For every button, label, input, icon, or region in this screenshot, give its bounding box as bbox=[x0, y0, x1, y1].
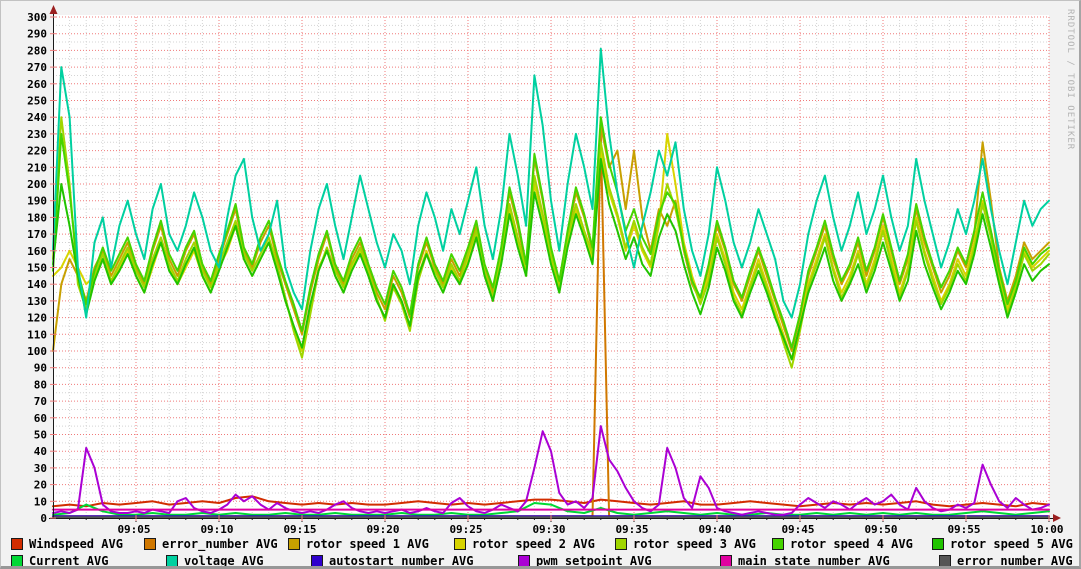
y-axis-label: 280 bbox=[27, 44, 47, 57]
y-axis-label: 90 bbox=[34, 362, 47, 375]
y-axis-label: 190 bbox=[27, 195, 47, 208]
y-axis-label: 140 bbox=[27, 278, 47, 291]
x-axis-arrow bbox=[1053, 514, 1061, 522]
x-axis-label: 09:15 bbox=[283, 523, 316, 536]
y-axis-label: 60 bbox=[34, 412, 47, 425]
y-axis-label: 110 bbox=[27, 328, 47, 341]
y-axis-label: 220 bbox=[27, 145, 47, 158]
y-axis-label: 180 bbox=[27, 211, 47, 224]
watermark: RRDTOOL / TOBI OETIKER bbox=[1065, 9, 1075, 151]
y-axis-label: 40 bbox=[34, 445, 47, 458]
y-axis-label: 70 bbox=[34, 395, 47, 408]
y-axis-label: 30 bbox=[34, 462, 47, 475]
x-axis-label: 09:30 bbox=[532, 523, 565, 536]
y-axis-label: 170 bbox=[27, 228, 47, 241]
y-axis-label: 250 bbox=[27, 95, 47, 108]
x-axis-label: 09:20 bbox=[366, 523, 399, 536]
x-axis-label: 09:05 bbox=[117, 523, 150, 536]
x-axis-label: 09:50 bbox=[864, 523, 897, 536]
y-axis-label: 300 bbox=[27, 11, 47, 24]
x-axis-label: 09:40 bbox=[698, 523, 731, 536]
x-axis-label: 09:35 bbox=[615, 523, 648, 536]
y-axis-label: 120 bbox=[27, 312, 47, 325]
y-axis-label: 210 bbox=[27, 161, 47, 174]
x-axis-label: 09:10 bbox=[200, 523, 233, 536]
x-axis-labels: 09:05 09:10 09:15 09:20 09:25 09:30 09:35 09:40… bbox=[117, 523, 1063, 536]
y-axis-label: 260 bbox=[27, 78, 47, 91]
y-axis-label: 100 bbox=[27, 345, 47, 358]
y-axis-label: 0 bbox=[40, 512, 47, 525]
x-axis-label: 10:00 bbox=[1030, 523, 1063, 536]
x-axis-label: 09:45 bbox=[781, 523, 814, 536]
y-axis-label: 240 bbox=[27, 111, 47, 124]
y-axis-labels: 0 10 20 30 40 50 60 70 80 90 100 110 120 130 140 150 160… bbox=[27, 11, 47, 525]
y-axis-label: 200 bbox=[27, 178, 47, 191]
y-axis-arrow bbox=[49, 5, 58, 14]
y-axis-label: 230 bbox=[27, 128, 47, 141]
x-axis-label: 09:25 bbox=[449, 523, 482, 536]
y-axis-label: 50 bbox=[34, 429, 47, 442]
y-axis-label: 290 bbox=[27, 28, 47, 41]
y-axis-label: 160 bbox=[27, 245, 47, 258]
y-axis-label: 20 bbox=[34, 479, 47, 492]
y-axis-label: 130 bbox=[27, 295, 47, 308]
y-axis-label: 80 bbox=[34, 378, 47, 391]
y-axis-label: 10 bbox=[34, 495, 47, 508]
x-axis-label: 09:55 bbox=[947, 523, 980, 536]
y-axis-label: 270 bbox=[27, 61, 47, 74]
chart-canvas: 0 10 20 30 40 50 60 70 80 90 100 110 120 130 140 150 160… bbox=[27, 5, 1064, 536]
rrdtool-graph: 0 10 20 30 40 50 60 70 80 90 100 110 120 130 140 150 160… bbox=[0, 0, 1081, 569]
y-axis-label: 150 bbox=[27, 262, 47, 275]
